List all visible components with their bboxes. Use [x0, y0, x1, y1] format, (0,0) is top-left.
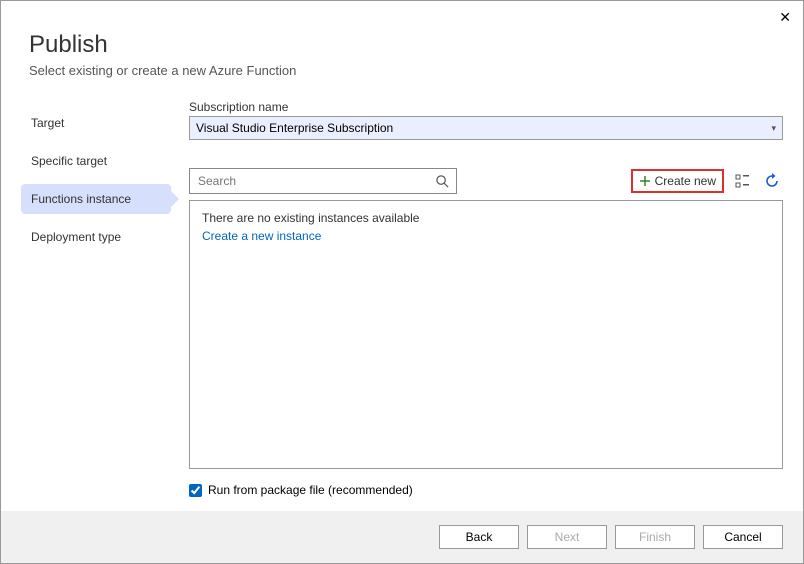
search-icon: [435, 174, 450, 189]
create-new-label: Create new: [655, 174, 716, 188]
subscription-value: Visual Studio Enterprise Subscription: [196, 121, 393, 135]
dialog-header: Publish Select existing or create a new …: [1, 1, 803, 90]
run-from-package-label: Run from package file (recommended): [208, 483, 413, 497]
back-button[interactable]: Back: [439, 525, 519, 549]
chevron-down-icon: ▾: [771, 123, 776, 134]
subscription-label: Subscription name: [189, 100, 783, 114]
search-input-wrapper[interactable]: [189, 168, 457, 194]
step-deployment-type[interactable]: Deployment type: [21, 222, 171, 252]
refresh-button[interactable]: [761, 170, 783, 192]
page-subtitle: Select existing or create a new Azure Fu…: [29, 63, 775, 78]
step-specific-target[interactable]: Specific target: [21, 146, 171, 176]
view-options-button[interactable]: [732, 171, 753, 192]
create-new-button[interactable]: Create new: [631, 169, 724, 193]
create-instance-link[interactable]: Create a new instance: [202, 229, 321, 243]
dialog-footer: Back Next Finish Cancel: [1, 511, 803, 563]
instances-list[interactable]: There are no existing instances availabl…: [189, 200, 783, 469]
finish-button[interactable]: Finish: [615, 525, 695, 549]
subscription-dropdown[interactable]: Visual Studio Enterprise Subscription ▾: [189, 116, 783, 140]
page-title: Publish: [29, 31, 775, 59]
list-tree-icon: [735, 174, 750, 189]
refresh-icon: [764, 173, 780, 189]
close-icon[interactable]: ✕: [779, 9, 791, 26]
empty-message: There are no existing instances availabl…: [202, 211, 770, 225]
wizard-steps: Target Specific target Functions instanc…: [21, 100, 171, 511]
step-target[interactable]: Target: [21, 108, 171, 138]
step-functions-instance[interactable]: Functions instance: [21, 184, 171, 214]
run-from-package-row[interactable]: Run from package file (recommended): [189, 469, 783, 511]
plus-icon: [639, 175, 651, 187]
next-button[interactable]: Next: [527, 525, 607, 549]
search-input[interactable]: [198, 174, 435, 188]
cancel-button[interactable]: Cancel: [703, 525, 783, 549]
run-from-package-checkbox[interactable]: [189, 484, 202, 497]
